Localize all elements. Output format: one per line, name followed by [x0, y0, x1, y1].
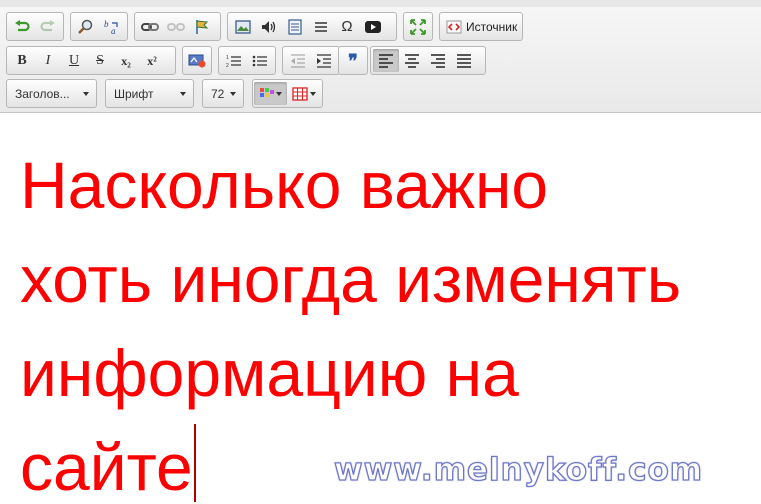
align-center-icon[interactable] — [399, 49, 425, 72]
underline-button[interactable]: U — [61, 49, 87, 72]
align-right-icon[interactable] — [425, 49, 451, 72]
svg-text:a: a — [111, 26, 116, 35]
source-label: Источник — [466, 19, 518, 34]
remove-format-icon[interactable] — [185, 49, 209, 72]
toolbar-top-edge — [0, 0, 761, 7]
watermark: www.melnykoff.com — [333, 451, 704, 488]
quote-glyph: ❞ — [348, 50, 358, 71]
source-group: Источник — [439, 12, 523, 41]
chevron-down-icon — [230, 91, 236, 96]
strike-label: S — [96, 52, 104, 68]
text-line: сайте — [20, 430, 193, 504]
svg-text:b: b — [104, 19, 109, 29]
find-icon[interactable] — [73, 15, 99, 38]
text-line: хоть иногда изменять — [20, 242, 682, 316]
italic-label: I — [45, 52, 51, 68]
list-group: 12 — [218, 46, 276, 75]
outdent-icon[interactable] — [285, 49, 311, 72]
text-line: информацию на — [20, 336, 519, 410]
font-size-select[interactable]: 72 — [202, 79, 244, 108]
underline-label: U — [68, 52, 80, 68]
text-color-button[interactable] — [254, 82, 287, 105]
chevron-down-icon — [275, 91, 282, 96]
text-color-icon — [259, 87, 274, 97]
video-icon[interactable] — [360, 15, 386, 38]
link-icon[interactable] — [137, 15, 163, 38]
text-cursor — [193, 424, 196, 502]
format-select-value: Заголов... — [15, 86, 70, 101]
font-select[interactable]: Шрифт — [105, 79, 194, 108]
undo-icon[interactable] — [9, 15, 35, 38]
maximize-icon[interactable] — [406, 15, 430, 38]
link-group — [134, 12, 221, 41]
numbered-list-icon[interactable]: 12 — [221, 49, 247, 72]
source-icon — [446, 20, 462, 33]
anchor-icon[interactable] — [189, 15, 215, 38]
bulleted-list-icon[interactable] — [247, 49, 273, 72]
table-rows-icon[interactable] — [282, 15, 308, 38]
text-line: Насколько важно — [20, 148, 549, 222]
svg-text:2: 2 — [226, 63, 229, 68]
strike-button[interactable]: S — [87, 49, 113, 72]
indent-icon[interactable] — [311, 49, 337, 72]
chevron-down-icon — [83, 91, 89, 96]
table-button[interactable] — [287, 82, 320, 105]
chevron-down-icon — [180, 91, 186, 96]
bold-button[interactable]: B — [9, 49, 35, 72]
find-group: ba — [70, 12, 128, 41]
editor-text[interactable]: Насколько важно хоть иногда изменять инф… — [20, 138, 760, 504]
chevron-down-icon — [309, 91, 316, 96]
align-left-icon[interactable] — [373, 49, 399, 72]
image-icon[interactable] — [230, 15, 256, 38]
superscript-button[interactable]: x² — [139, 49, 165, 72]
subscript-button[interactable]: x₂ — [113, 49, 139, 72]
subscript-label: x₂ — [121, 53, 131, 68]
blockquote-icon[interactable]: ❞ — [341, 49, 365, 72]
undo-redo-group — [6, 12, 64, 41]
align-justify-icon[interactable] — [451, 49, 477, 72]
horizontal-rule-icon[interactable] — [308, 15, 334, 38]
editor-content-area[interactable]: Насколько важно хоть иногда изменять инф… — [0, 114, 761, 504]
font-size-value: 72 — [211, 86, 225, 101]
svg-text:1: 1 — [226, 55, 229, 61]
superscript-label: x² — [147, 53, 157, 68]
indent-group — [282, 46, 340, 75]
color-group — [252, 79, 323, 108]
basic-styles-group: B I U S x₂ x² — [6, 46, 176, 75]
editor-toolbar: ba Ω Источник B I U S x₂ x² 1 2 ❞ Заголо… — [0, 0, 761, 113]
remove-format-group — [182, 46, 212, 75]
omega-glyph: Ω — [341, 18, 353, 35]
table-icon — [291, 86, 308, 101]
align-group — [370, 46, 486, 75]
insert-group: Ω — [227, 12, 397, 41]
redo-icon[interactable] — [35, 15, 61, 38]
font-select-value: Шрифт — [114, 86, 154, 101]
bold-label: B — [17, 52, 27, 68]
source-button[interactable]: Источник — [442, 15, 523, 38]
audio-icon[interactable] — [256, 15, 282, 38]
maximize-group — [403, 12, 433, 41]
blockquote-group: ❞ — [338, 46, 368, 75]
italic-button[interactable]: I — [35, 49, 61, 72]
replace-icon[interactable]: ba — [99, 15, 125, 38]
format-select[interactable]: Заголов... — [6, 79, 97, 108]
special-char-icon[interactable]: Ω — [334, 15, 360, 38]
unlink-icon[interactable] — [163, 15, 189, 38]
